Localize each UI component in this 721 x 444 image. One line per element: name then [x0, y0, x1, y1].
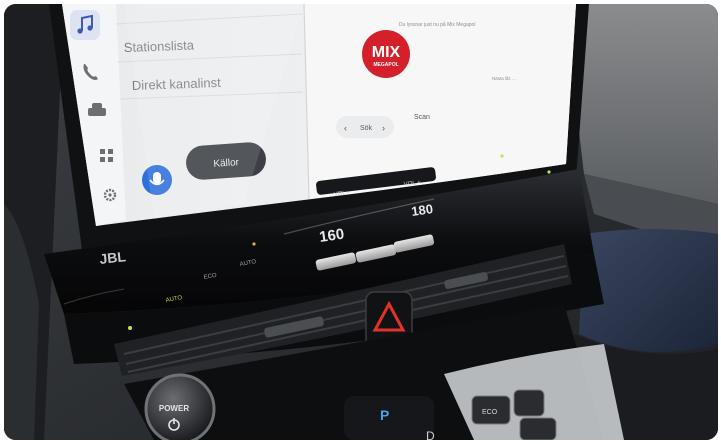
power-label: POWER	[159, 404, 189, 413]
gear-p: P	[380, 407, 389, 423]
svg-text:‹: ‹	[344, 123, 347, 133]
gear-selector[interactable]: P D	[344, 396, 435, 440]
station-subcaption: Nästa låt: ...	[492, 75, 516, 81]
station-caption: Du lyssnar just nu på Mix Megapol	[399, 21, 475, 28]
photo-canvas: Stationslista Direkt kanalinst Källor Du…	[4, 4, 718, 440]
seek-label: Sök	[360, 125, 373, 132]
logo-text-bottom: MEGAPOL	[373, 62, 398, 68]
gear-d: D	[426, 429, 435, 440]
seek-control[interactable]: ‹ Sök ›	[336, 116, 394, 138]
power-button[interactable]: POWER	[144, 373, 216, 440]
jbl-logo: JBL	[99, 248, 127, 267]
logo-text-top: MIX	[372, 44, 401, 61]
eco-button-label: ECO	[482, 409, 498, 416]
temp-left: 160	[318, 226, 345, 246]
dashboard-fabric	[564, 4, 718, 204]
scan-label: Scan	[414, 114, 430, 121]
svg-text:›: ›	[382, 123, 385, 133]
status-led	[128, 326, 132, 330]
mix-megapol-logo: MIX MEGAPOL	[362, 30, 410, 78]
car-console-photo: Stationslista Direkt kanalinst Källor Du…	[4, 4, 718, 440]
scan-control[interactable]: Scan	[414, 114, 430, 121]
music-icon[interactable]	[70, 10, 100, 40]
